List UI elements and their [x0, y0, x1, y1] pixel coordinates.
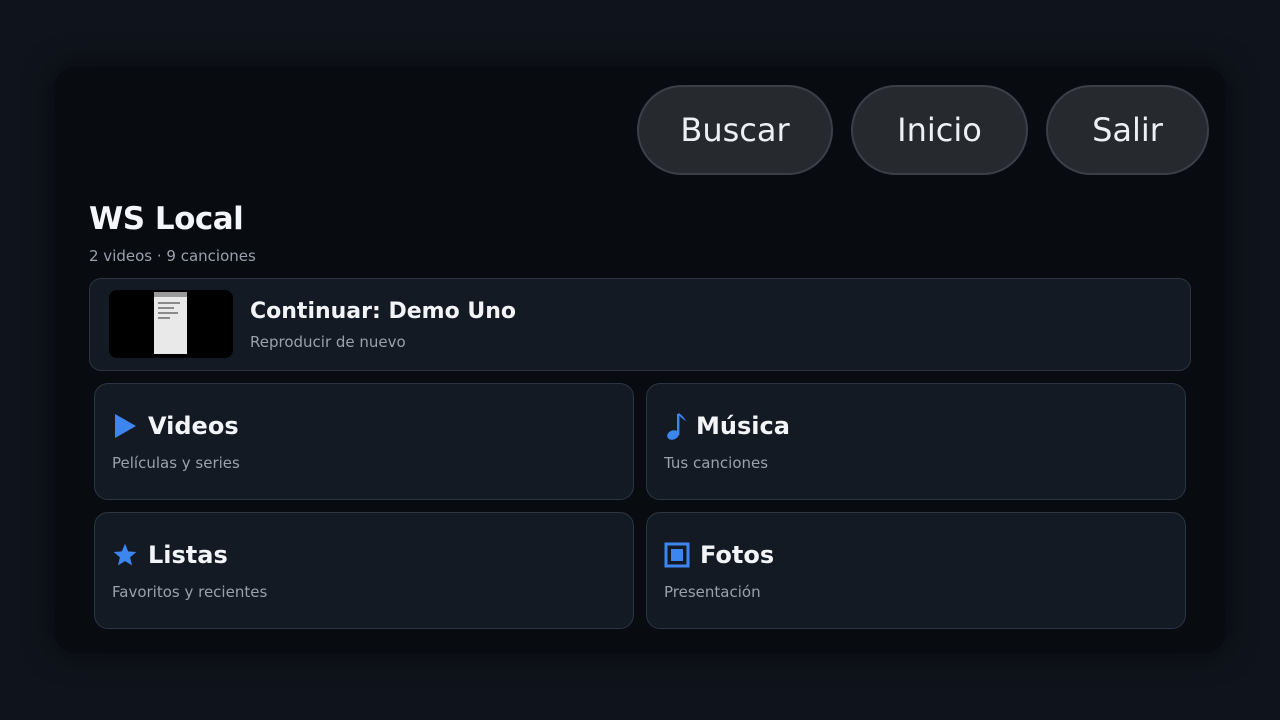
tile-lists[interactable]: Listas Favoritos y recientes — [94, 512, 634, 629]
star-icon — [112, 540, 138, 570]
continue-subtitle: Reproducir de nuevo — [250, 333, 406, 351]
tile-title: Fotos — [700, 541, 775, 569]
tile-header: Videos — [112, 411, 239, 441]
tile-subtitle: Presentación — [664, 583, 761, 601]
tile-title: Música — [696, 412, 790, 440]
tile-header: Fotos — [664, 540, 774, 570]
photo-frame-icon — [664, 540, 690, 570]
library-summary: 2 videos · 9 canciones — [89, 247, 256, 265]
top-button-bar: Buscar Inicio Salir — [637, 85, 1209, 175]
music-note-icon — [664, 411, 690, 441]
tile-videos[interactable]: Videos Películas y series — [94, 383, 634, 500]
tile-music[interactable]: Música Tus canciones — [646, 383, 1186, 500]
page-title: WS Local — [89, 201, 244, 237]
thumbnail-document-preview — [154, 292, 187, 354]
tile-title: Videos — [148, 412, 239, 440]
search-button[interactable]: Buscar — [637, 85, 833, 175]
tile-photos[interactable]: Fotos Presentación — [646, 512, 1186, 629]
exit-button[interactable]: Salir — [1046, 85, 1209, 175]
tile-subtitle: Tus canciones — [664, 454, 769, 472]
continue-watching-card[interactable]: Continuar: Demo Uno Reproducir de nuevo — [89, 278, 1191, 371]
tile-header: Música — [664, 411, 790, 441]
video-thumbnail — [109, 290, 233, 358]
tile-subtitle: Favoritos y recientes — [112, 583, 268, 601]
play-icon — [112, 411, 138, 441]
main-panel: Buscar Inicio Salir WS Local 2 videos · … — [54, 67, 1226, 653]
home-button[interactable]: Inicio — [851, 85, 1028, 175]
tile-title: Listas — [148, 541, 228, 569]
continue-title: Continuar: Demo Uno — [250, 299, 516, 324]
tile-subtitle: Películas y series — [112, 454, 240, 472]
tile-header: Listas — [112, 540, 228, 570]
